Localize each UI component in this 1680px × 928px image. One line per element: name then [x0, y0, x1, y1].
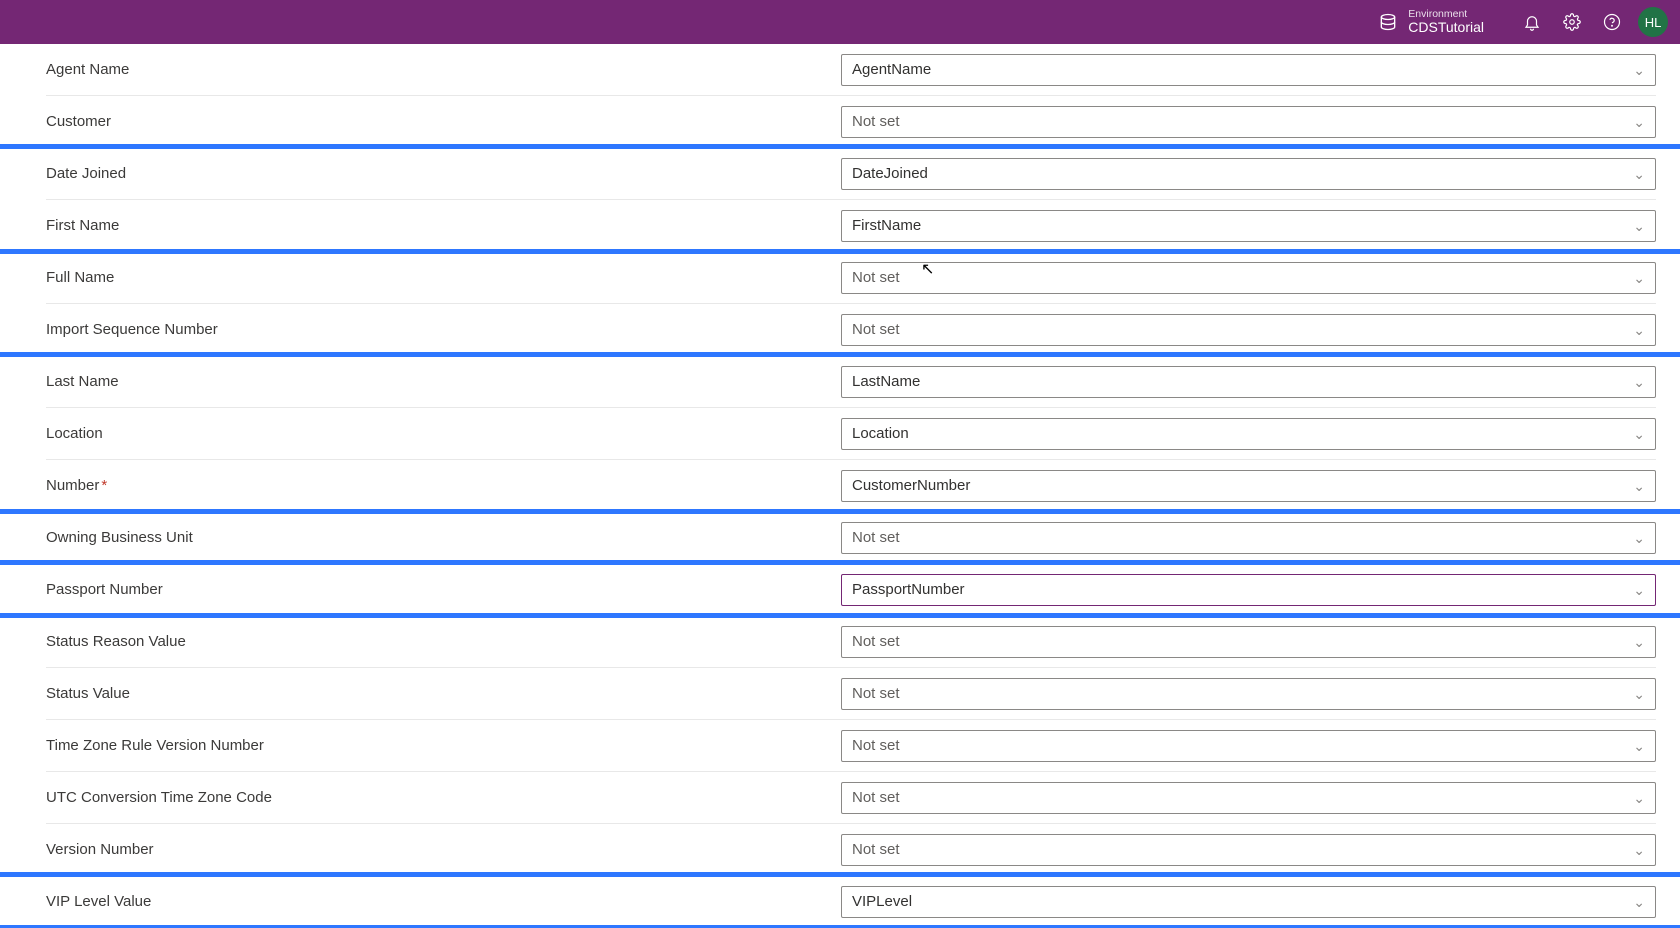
field-row-status-reason: Status Reason Value Not set ⌄: [46, 616, 1656, 668]
field-row-passport-number: Passport Number PassportNumber ⌄: [46, 564, 1656, 616]
field-label: Last Name: [46, 373, 841, 390]
mapping-dropdown-utc-offset[interactable]: Not set ⌄: [841, 782, 1656, 814]
dropdown-value: Location: [852, 425, 909, 442]
field-label: Location: [46, 425, 841, 442]
chevron-down-icon: ⌄: [1633, 323, 1645, 337]
mapping-dropdown-status-value[interactable]: Not set ⌄: [841, 678, 1656, 710]
field-label: Import Sequence Number: [46, 321, 841, 338]
field-row-customer: Customer Not set ⌄: [46, 96, 1656, 148]
chevron-down-icon: ⌄: [1633, 427, 1645, 441]
field-row-version-number: Version Number Not set ⌄: [46, 824, 1656, 876]
field-label: Number*: [46, 477, 841, 494]
mapping-dropdown-location[interactable]: Location ⌄: [841, 418, 1656, 450]
field-row-import-seq: Import Sequence Number Not set ⌄: [46, 304, 1656, 356]
field-mapping-form: Agent NameAgentName⌄CustomerNot set⌄Date…: [0, 44, 1680, 928]
chevron-down-icon: ⌄: [1633, 271, 1645, 285]
field-label: UTC Conversion Time Zone Code: [46, 789, 841, 806]
field-label: Passport Number: [46, 581, 841, 598]
field-label: Agent Name: [46, 61, 841, 78]
mapping-dropdown-full-name[interactable]: Not set ⌄: [841, 262, 1656, 294]
field-label: Owning Business Unit: [46, 529, 841, 546]
chevron-down-icon: ⌄: [1633, 895, 1645, 909]
mapping-dropdown-status-reason[interactable]: Not set ⌄: [841, 626, 1656, 658]
mapping-dropdown-owning-bu[interactable]: Not set ⌄: [841, 522, 1656, 554]
chevron-down-icon: ⌄: [1633, 479, 1645, 493]
dropdown-value: PassportNumber: [852, 581, 965, 598]
dropdown-value: Not set: [852, 685, 900, 702]
mapping-dropdown-customer[interactable]: Not set ⌄: [841, 106, 1656, 138]
field-label: VIP Level Value: [46, 893, 841, 910]
dropdown-value: VIPLevel: [852, 893, 912, 910]
help-icon[interactable]: [1592, 0, 1632, 44]
field-label: Status Value: [46, 685, 841, 702]
dropdown-value: Not set: [852, 529, 900, 546]
field-label: Version Number: [46, 841, 841, 858]
avatar-initials: HL: [1645, 15, 1662, 30]
field-row-utc-offset: UTC Conversion Time Zone Code Not set ⌄: [46, 772, 1656, 824]
field-row-vip-level: VIP Level Value VIPLevel ⌄: [46, 876, 1656, 928]
environment-picker[interactable]: Environment CDSTutorial: [1378, 9, 1484, 36]
mapping-dropdown-tz-rule-version[interactable]: Not set ⌄: [841, 730, 1656, 762]
field-row-date-joined: Date Joined DateJoined ⌄: [46, 148, 1656, 200]
dropdown-value: Not set: [852, 321, 900, 338]
field-row-tz-rule-version: Time Zone Rule Version Number Not set ⌄: [46, 720, 1656, 772]
field-label: Full Name: [46, 269, 841, 286]
chevron-down-icon: ⌄: [1633, 791, 1645, 805]
field-row-first-name: First Name FirstName ⌄: [46, 200, 1656, 252]
field-row-number: Number* CustomerNumber ⌄: [46, 460, 1656, 512]
mapping-dropdown-date-joined[interactable]: DateJoined ⌄: [841, 158, 1656, 190]
field-label: Status Reason Value: [46, 633, 841, 650]
dropdown-value: Not set: [852, 789, 900, 806]
dropdown-value: Not set: [852, 113, 900, 130]
chevron-down-icon: ⌄: [1633, 219, 1645, 233]
mapping-dropdown-number[interactable]: CustomerNumber ⌄: [841, 470, 1656, 502]
field-label: First Name: [46, 217, 841, 234]
avatar[interactable]: HL: [1638, 7, 1668, 37]
dropdown-value: Not set: [852, 841, 900, 858]
chevron-down-icon: ⌄: [1633, 375, 1645, 389]
form-body-wrap: Agent NameAgentName⌄CustomerNot set⌄Date…: [0, 44, 1680, 928]
mapping-dropdown-version-number[interactable]: Not set ⌄: [841, 834, 1656, 866]
chevron-down-icon: ⌄: [1633, 739, 1645, 753]
mapping-dropdown-first-name[interactable]: FirstName ⌄: [841, 210, 1656, 242]
chevron-down-icon: ⌄: [1633, 843, 1645, 857]
dropdown-value: Not set: [852, 633, 900, 650]
field-label: Time Zone Rule Version Number: [46, 737, 841, 754]
settings-icon[interactable]: [1552, 0, 1592, 44]
chevron-down-icon: ⌄: [1633, 63, 1645, 77]
chevron-down-icon: ⌄: [1633, 115, 1645, 129]
dropdown-value: LastName: [852, 373, 920, 390]
chevron-down-icon: ⌄: [1633, 167, 1645, 181]
dropdown-value: FirstName: [852, 217, 921, 234]
environment-label: Environment: [1408, 9, 1484, 21]
mapping-dropdown-last-name[interactable]: LastName ⌄: [841, 366, 1656, 398]
mapping-dropdown-passport-number[interactable]: PassportNumber ⌄: [841, 574, 1656, 606]
environment-icon: [1378, 12, 1398, 32]
field-row-full-name: Full Name Not set ⌄: [46, 252, 1656, 304]
mapping-dropdown-vip-level[interactable]: VIPLevel ⌄: [841, 886, 1656, 918]
required-indicator: *: [101, 477, 107, 494]
field-label: Customer: [46, 113, 841, 130]
notifications-icon[interactable]: [1512, 0, 1552, 44]
field-row-agent-name: Agent Name AgentName ⌄: [46, 44, 1656, 96]
field-row-location: Location Location ⌄: [46, 408, 1656, 460]
app-header: Environment CDSTutorial HL: [0, 0, 1680, 44]
mapping-dropdown-agent-name[interactable]: AgentName ⌄: [841, 54, 1656, 86]
dropdown-value: Not set: [852, 737, 900, 754]
field-row-owning-bu: Owning Business Unit Not set ⌄: [46, 512, 1656, 564]
field-row-last-name: Last Name LastName ⌄: [46, 356, 1656, 408]
dropdown-value: CustomerNumber: [852, 477, 970, 494]
dropdown-value: DateJoined: [852, 165, 928, 182]
chevron-down-icon: ⌄: [1633, 583, 1645, 597]
mapping-dropdown-import-seq[interactable]: Not set ⌄: [841, 314, 1656, 346]
environment-name: CDSTutorial: [1408, 20, 1484, 35]
chevron-down-icon: ⌄: [1633, 531, 1645, 545]
field-label: Date Joined: [46, 165, 841, 182]
chevron-down-icon: ⌄: [1633, 687, 1645, 701]
chevron-down-icon: ⌄: [1633, 635, 1645, 649]
dropdown-value: AgentName: [852, 61, 931, 78]
field-row-status-value: Status Value Not set ⌄: [46, 668, 1656, 720]
dropdown-value: Not set: [852, 269, 900, 286]
